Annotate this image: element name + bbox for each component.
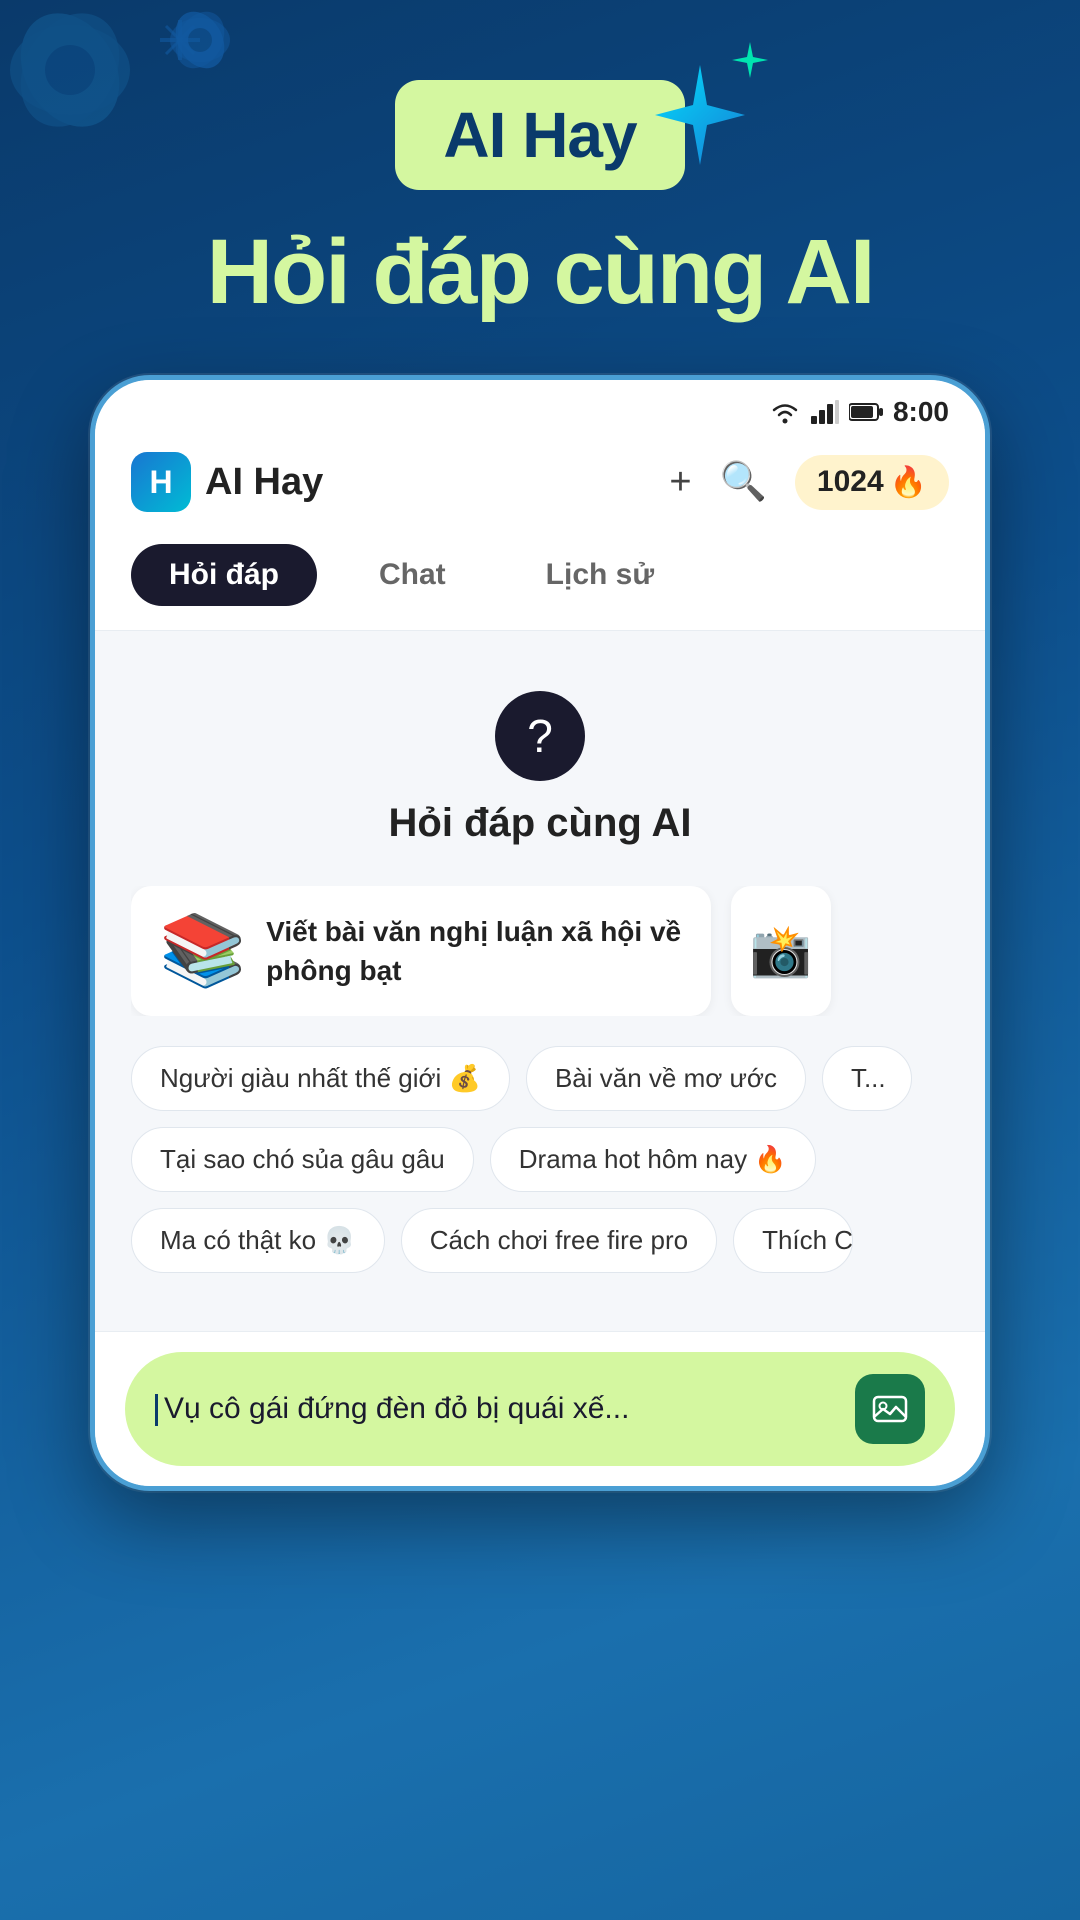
main-content: ? Hỏi đáp cùng AI 📚 Viết bài văn nghị lu… [95, 631, 985, 1331]
input-placeholder: Vụ cô gái đứng đèn đỏ bị quái xế... [164, 1392, 629, 1425]
question-mark: ? [527, 709, 553, 763]
brand-badge: AI Hay [395, 80, 684, 190]
card-emoji-1: 📚 [159, 910, 246, 992]
phone-container: 8:00 H AI Hay + 🔍 1024 🔥 Hỏi đáp Chat Lị… [90, 375, 990, 1491]
coins-icon: 🔥 [890, 465, 927, 500]
question-bubble: ? [495, 691, 585, 781]
search-button[interactable]: 🔍 [720, 460, 767, 504]
tag-chip-2-1[interactable]: Tại sao chó sủa gâu gâu [131, 1127, 474, 1192]
tab-chat[interactable]: Chat [341, 544, 484, 606]
logo-icon: H [131, 452, 191, 512]
app-logo: H AI Hay [131, 452, 323, 512]
image-upload-button[interactable] [855, 1374, 925, 1444]
tag-row-1: Người giàu nhất thế giới 💰 Bài văn về mơ… [131, 1046, 949, 1111]
wifi-icon [769, 399, 801, 425]
tab-hoi-dap[interactable]: Hỏi đáp [131, 544, 317, 606]
hero-title: Hỏi đáp cùng AI [207, 220, 874, 325]
input-cursor [155, 1394, 158, 1426]
sparkle-small-icon [730, 40, 770, 80]
card-text-1: Viết bài văn nghị luận xã hội về phông b… [266, 912, 683, 990]
suggestion-card-1[interactable]: 📚 Viết bài văn nghị luận xã hội về phông… [131, 886, 711, 1016]
image-icon [872, 1391, 908, 1427]
tab-lich-su[interactable]: Lịch sử [508, 544, 692, 606]
status-time: 8:00 [893, 396, 949, 428]
question-section-title: Hỏi đáp cùng AI [389, 801, 692, 846]
card-emoji-2: 📸 [750, 922, 812, 981]
question-hero: ? Hỏi đáp cùng AI [131, 671, 949, 886]
tag-chip-2-2[interactable]: Drama hot hôm nay 🔥 [490, 1127, 816, 1192]
coins-count: 1024 [817, 465, 884, 499]
tag-chip-3-1[interactable]: Ma có thật ko 💀 [131, 1208, 385, 1273]
status-icons: 8:00 [769, 396, 949, 428]
brand-pill: AI Hay [395, 80, 684, 190]
tag-chip-1-2[interactable]: Bài văn về mơ ước [526, 1046, 806, 1111]
tag-chip-1-1[interactable]: Người giàu nhất thế giới 💰 [131, 1046, 510, 1111]
add-button[interactable]: + [669, 461, 691, 504]
tag-chip-3-3[interactable]: Thích C [733, 1208, 853, 1273]
status-bar: 8:00 [95, 380, 985, 436]
input-bar[interactable]: Vụ cô gái đứng đèn đỏ bị quái xế... [125, 1352, 955, 1466]
tag-row-3: Ma có thật ko 💀 Cách chơi free fire pro … [131, 1208, 949, 1273]
signal-icon [811, 400, 839, 424]
app-header: H AI Hay + 🔍 1024 🔥 [95, 436, 985, 532]
app-name-label: AI Hay [205, 461, 323, 504]
hero-section: AI Hay Hỏi đáp cùng AI [0, 0, 1080, 325]
suggestion-card-2-partial[interactable]: 📸 [731, 886, 831, 1016]
input-text: Vụ cô gái đứng đèn đỏ bị quái xế... [155, 1392, 855, 1426]
input-area: Vụ cô gái đứng đèn đỏ bị quái xế... [95, 1331, 985, 1486]
header-actions: + 🔍 1024 🔥 [669, 455, 949, 510]
battery-icon [849, 402, 883, 422]
tag-chip-1-3[interactable]: T... [822, 1046, 912, 1111]
tab-bar: Hỏi đáp Chat Lịch sử [95, 532, 985, 631]
coins-badge: 1024 🔥 [795, 455, 949, 510]
phone-mockup: 8:00 H AI Hay + 🔍 1024 🔥 Hỏi đáp Chat Lị… [90, 375, 990, 1491]
tag-chip-3-2[interactable]: Cách chơi free fire pro [401, 1208, 717, 1273]
suggestion-cards: 📚 Viết bài văn nghị luận xã hội về phông… [131, 886, 949, 1016]
tag-row-2: Tại sao chó sủa gâu gâu Drama hot hôm na… [131, 1127, 949, 1192]
